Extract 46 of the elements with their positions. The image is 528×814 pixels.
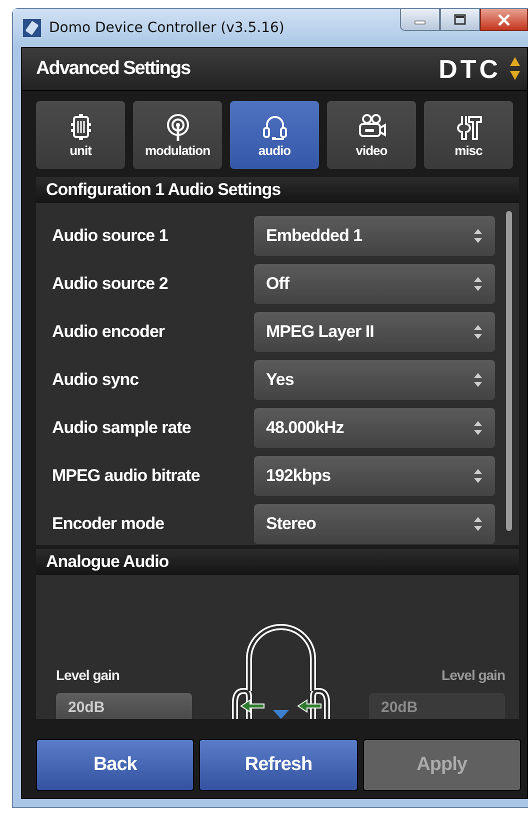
- dropdown[interactable]: Embedded 1: [254, 216, 495, 256]
- close-icon: [497, 14, 511, 26]
- dropdown[interactable]: Stereo: [254, 504, 495, 544]
- app-icon: [23, 19, 41, 37]
- setting-label: Audio sync: [52, 370, 140, 390]
- up-down-caret-icon: [473, 516, 483, 532]
- setting-label: Audio source 1: [52, 226, 169, 246]
- scrollbar-thumb[interactable]: [506, 211, 512, 531]
- setting-label: Audio encoder: [52, 322, 166, 342]
- up-down-caret-icon: [473, 228, 483, 244]
- tab[interactable]: audio: [230, 101, 319, 169]
- tab[interactable]: video: [327, 101, 416, 169]
- minimize-button[interactable]: [400, 9, 440, 31]
- section-title: Analogue Audio: [46, 552, 169, 572]
- tab[interactable]: modulation: [133, 101, 222, 169]
- setting-label: Encoder mode: [52, 514, 166, 534]
- up-down-caret-icon: [473, 276, 483, 292]
- tab[interactable]: unit: [36, 101, 125, 169]
- level-gain-field[interactable]: 20dB: [56, 693, 192, 719]
- level-gain-label: Level gain: [56, 667, 120, 683]
- up-down-caret-icon: [473, 420, 483, 436]
- setting-label: Audio sample rate: [52, 418, 192, 438]
- page-title: Advanced Settings: [36, 58, 192, 80]
- close-button[interactable]: [480, 9, 528, 31]
- level-gain-field: 20dB: [369, 693, 505, 719]
- up-down-caret-icon: [473, 324, 483, 340]
- up-down-caret-icon: [473, 372, 483, 388]
- action-button[interactable]: Back: [36, 739, 194, 791]
- up-down-arrows-icon[interactable]: [509, 56, 521, 82]
- section-title: Configuration 1 Audio Settings: [46, 180, 281, 200]
- setting-label: MPEG audio bitrate: [52, 466, 201, 486]
- action-button[interactable]: Refresh: [199, 739, 358, 791]
- down-triangle-icon[interactable]: [272, 710, 288, 719]
- level-gain-label: Level gain: [442, 667, 505, 683]
- dropdown[interactable]: Off: [254, 264, 495, 304]
- maximize-button[interactable]: [440, 9, 480, 31]
- dropdown[interactable]: Yes: [254, 360, 495, 400]
- dropdown[interactable]: MPEG Layer II: [254, 312, 495, 352]
- window-title: Domo Device Controller (v3.5.16): [49, 20, 286, 36]
- maximize-icon: [453, 14, 467, 26]
- dropdown[interactable]: 48.000kHz: [254, 408, 495, 448]
- setting-label: Audio source 2: [52, 274, 169, 294]
- dropdown[interactable]: 192kbps: [254, 456, 495, 496]
- tab[interactable]: misc: [424, 101, 513, 169]
- up-down-caret-icon: [473, 468, 483, 484]
- logo-text: DTC: [438, 54, 501, 84]
